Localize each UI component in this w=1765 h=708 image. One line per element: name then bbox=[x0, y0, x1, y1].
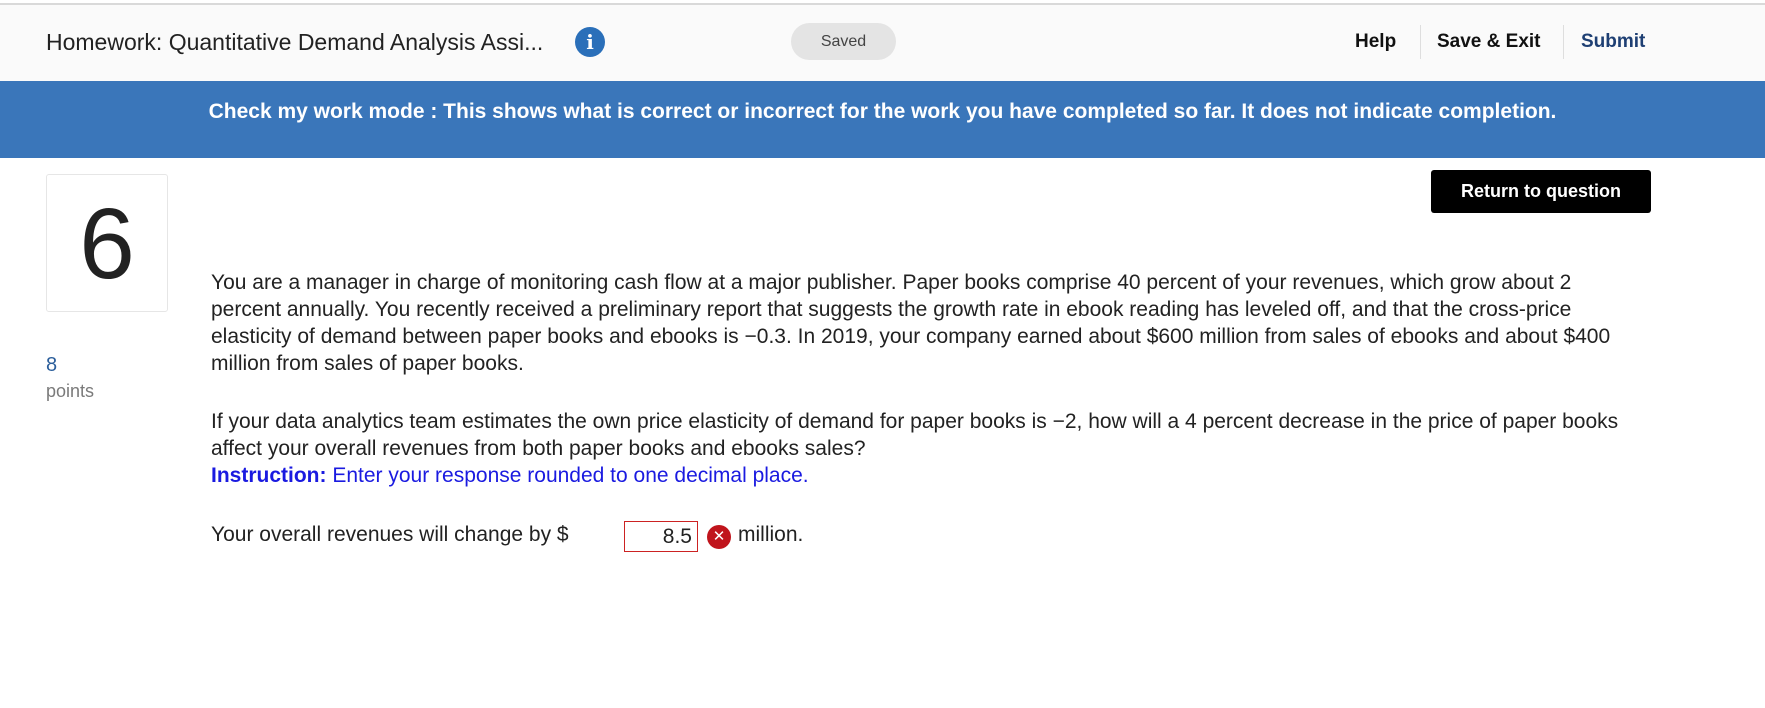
instruction-body: Enter your response rounded to one decim… bbox=[326, 464, 809, 487]
assignment-title: Homework: Quantitative Demand Analysis A… bbox=[46, 29, 544, 55]
question-number-box: 6 bbox=[46, 174, 168, 312]
points-value: 8 bbox=[46, 354, 58, 376]
assignment-header: Homework: Quantitative Demand Analysis A… bbox=[0, 5, 1765, 81]
help-button[interactable]: Help bbox=[1355, 31, 1396, 53]
return-to-question-button[interactable]: Return to question bbox=[1431, 170, 1651, 213]
instruction-label: Instruction: bbox=[211, 464, 327, 487]
incorrect-icon: ✕ bbox=[707, 525, 731, 549]
answer-unit: million. bbox=[738, 523, 804, 546]
points-label: points bbox=[46, 381, 95, 401]
saved-status-badge: Saved bbox=[791, 23, 896, 60]
instruction-text: Instruction: Enter your response rounded… bbox=[211, 462, 809, 489]
answer-input[interactable] bbox=[624, 521, 698, 552]
header-divider bbox=[1420, 25, 1421, 59]
question-number: 6 bbox=[79, 188, 135, 300]
check-work-mode-banner: Check my work mode : This shows what is … bbox=[0, 81, 1765, 158]
question-paragraph-2: If your data analytics team estimates th… bbox=[211, 410, 1619, 460]
answer-prefix: Your overall revenues will change by $ bbox=[211, 523, 569, 546]
save-exit-button[interactable]: Save & Exit bbox=[1437, 31, 1541, 53]
header-divider bbox=[1563, 25, 1564, 59]
submit-button[interactable]: Submit bbox=[1581, 31, 1645, 53]
question-paragraph-1: You are a manager in charge of monitorin… bbox=[211, 271, 1611, 375]
info-icon[interactable]: i bbox=[575, 27, 605, 57]
